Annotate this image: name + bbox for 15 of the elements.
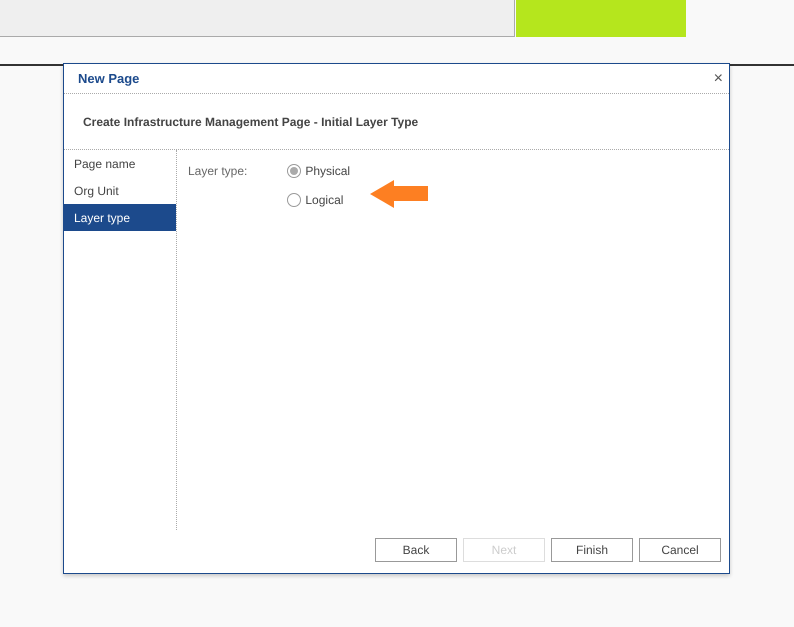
close-button[interactable]: × <box>714 70 723 88</box>
wizard-step[interactable]: Layer type <box>64 204 176 231</box>
dialog-button[interactable]: Back <box>375 538 457 562</box>
radio-label: Logical <box>305 193 344 207</box>
radio-label: Physical <box>305 164 350 178</box>
arrow <box>370 180 428 208</box>
field-label: Layer type: <box>188 164 248 180</box>
wizard-step[interactable]: Page name <box>64 150 176 177</box>
dialog-button[interactable]: Finish <box>551 538 633 562</box>
radio-button[interactable] <box>287 193 302 207</box>
dialog-title: New Page <box>78 71 140 86</box>
dialog-button[interactable]: Cancel <box>639 538 721 562</box>
radio-button[interactable] <box>287 164 302 178</box>
wizard-step[interactable]: Org Unit <box>64 177 176 204</box>
dialog-heading: Create Infrastructure Management Page - Initial Layer Type <box>83 114 418 128</box>
